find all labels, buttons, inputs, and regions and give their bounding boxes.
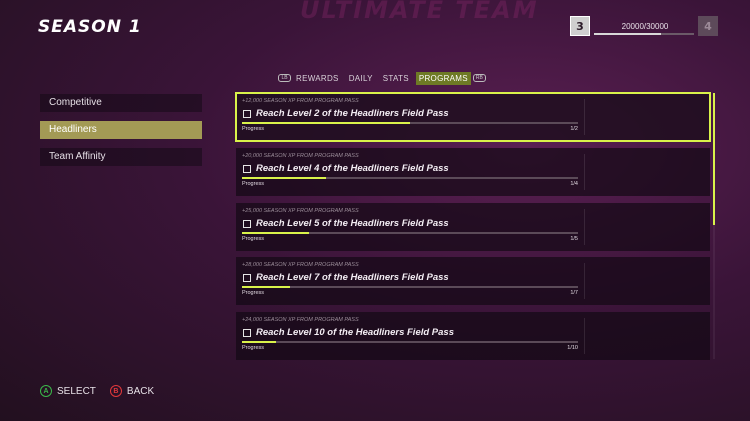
program-progress-fill (242, 286, 291, 289)
progress-label: Progress (242, 290, 265, 297)
program-progress-fill (242, 231, 310, 234)
checkbox-icon (243, 329, 251, 337)
progress-count: 1/4 (570, 180, 578, 187)
tab-daily[interactable]: DAILY (346, 72, 376, 85)
sidebar-item-competitive[interactable]: Competitive (40, 94, 202, 112)
checkbox-icon (243, 164, 251, 173)
progress-label: Progress (242, 180, 265, 187)
list-scrollbar[interactable] (713, 93, 715, 359)
tab-bar: LB REWARDS DAILY STATS PROGRAMS RB (278, 71, 486, 85)
tab-stats[interactable]: STATS (380, 72, 412, 85)
rb-bumper-icon[interactable]: RB (472, 74, 486, 82)
program-list: +12,000 SEASON XP FROM PROGRAM PASS Reac… (235, 92, 711, 367)
a-button-icon[interactable]: A (40, 385, 52, 397)
program-title: Reach Level 4 of the Headliners Field Pa… (256, 162, 449, 174)
program-title: Reach Level 2 of the Headliners Field Pa… (256, 108, 449, 119)
xp-progress-fill (594, 33, 661, 35)
ultimate-team-watermark: ULTIMATE TEAM (300, 0, 539, 24)
program-progress-bar (242, 286, 578, 289)
card-divider (584, 99, 585, 135)
program-card[interactable]: +12,000 SEASON XP FROM PROGRAM PASS Reac… (235, 92, 711, 142)
program-card[interactable]: +28,000 SEASON XP FROM PROGRAM PASS Reac… (236, 257, 710, 306)
checkbox-icon (243, 219, 251, 228)
card-divider (584, 208, 585, 245)
program-card[interactable]: +24,000 SEASON XP FROM PROGRAM PASS Reac… (236, 312, 710, 360)
program-progress-fill (242, 122, 410, 124)
card-divider (584, 263, 585, 300)
program-progress-bar (242, 231, 578, 234)
program-title: Reach Level 10 of the Headliners Field P… (256, 327, 454, 338)
progress-count: 1/10 (567, 345, 578, 351)
program-progress-bar (242, 122, 578, 124)
progress-label: Progress (242, 126, 265, 132)
progress-count: 1/2 (570, 126, 578, 132)
progress-count: 1/7 (570, 290, 578, 297)
program-reward: +24,000 SEASON XP FROM PROGRAM PASS (242, 317, 359, 323)
select-label[interactable]: SELECT (57, 386, 96, 397)
back-label[interactable]: BACK (127, 386, 154, 397)
card-divider (584, 153, 585, 190)
xp-progress-bar (594, 33, 694, 35)
category-sidebar: Competitive Headliners Team Affinity (40, 94, 202, 175)
program-title: Reach Level 7 of the Headliners Field Pa… (256, 272, 449, 284)
scrollbar-thumb[interactable] (713, 93, 715, 225)
program-card[interactable]: +25,000 SEASON XP FROM PROGRAM PASS Reac… (236, 202, 710, 251)
lb-bumper-icon[interactable]: LB (278, 74, 291, 82)
next-level-badge: 4 (698, 16, 718, 36)
checkbox-icon (243, 110, 251, 118)
program-reward: +25,000 SEASON XP FROM PROGRAM PASS (242, 207, 359, 214)
page-title: SEASON 1 (38, 17, 142, 37)
sidebar-item-team-affinity[interactable]: Team Affinity (40, 148, 202, 166)
program-reward: +28,000 SEASON XP FROM PROGRAM PASS (242, 262, 359, 269)
progress-label: Progress (242, 345, 265, 351)
b-button-icon[interactable]: B (109, 385, 122, 397)
progress-count: 1/5 (570, 235, 578, 242)
program-title: Reach Level 5 of the Headliners Field Pa… (256, 217, 449, 229)
sidebar-item-headliners[interactable]: Headliners (40, 121, 202, 139)
program-card[interactable]: +20,000 SEASON XP FROM PROGRAM PASS Reac… (236, 147, 710, 196)
program-reward: +20,000 SEASON XP FROM PROGRAM PASS (242, 152, 359, 159)
tab-programs[interactable]: PROGRAMS (415, 71, 471, 85)
current-level-badge: 3 (570, 16, 590, 36)
program-progress-bar (242, 176, 578, 179)
card-divider (584, 318, 585, 354)
program-progress-fill (242, 341, 276, 343)
progress-label: Progress (242, 235, 265, 242)
checkbox-icon (243, 274, 251, 283)
tab-rewards[interactable]: REWARDS (293, 72, 342, 85)
program-progress-fill (242, 176, 326, 179)
button-prompt-bar: A SELECT B BACK (40, 385, 154, 397)
program-reward: +12,000 SEASON XP FROM PROGRAM PASS (242, 98, 359, 104)
xp-progress-text: 20000/30000 (621, 22, 669, 31)
program-progress-bar (242, 341, 578, 343)
